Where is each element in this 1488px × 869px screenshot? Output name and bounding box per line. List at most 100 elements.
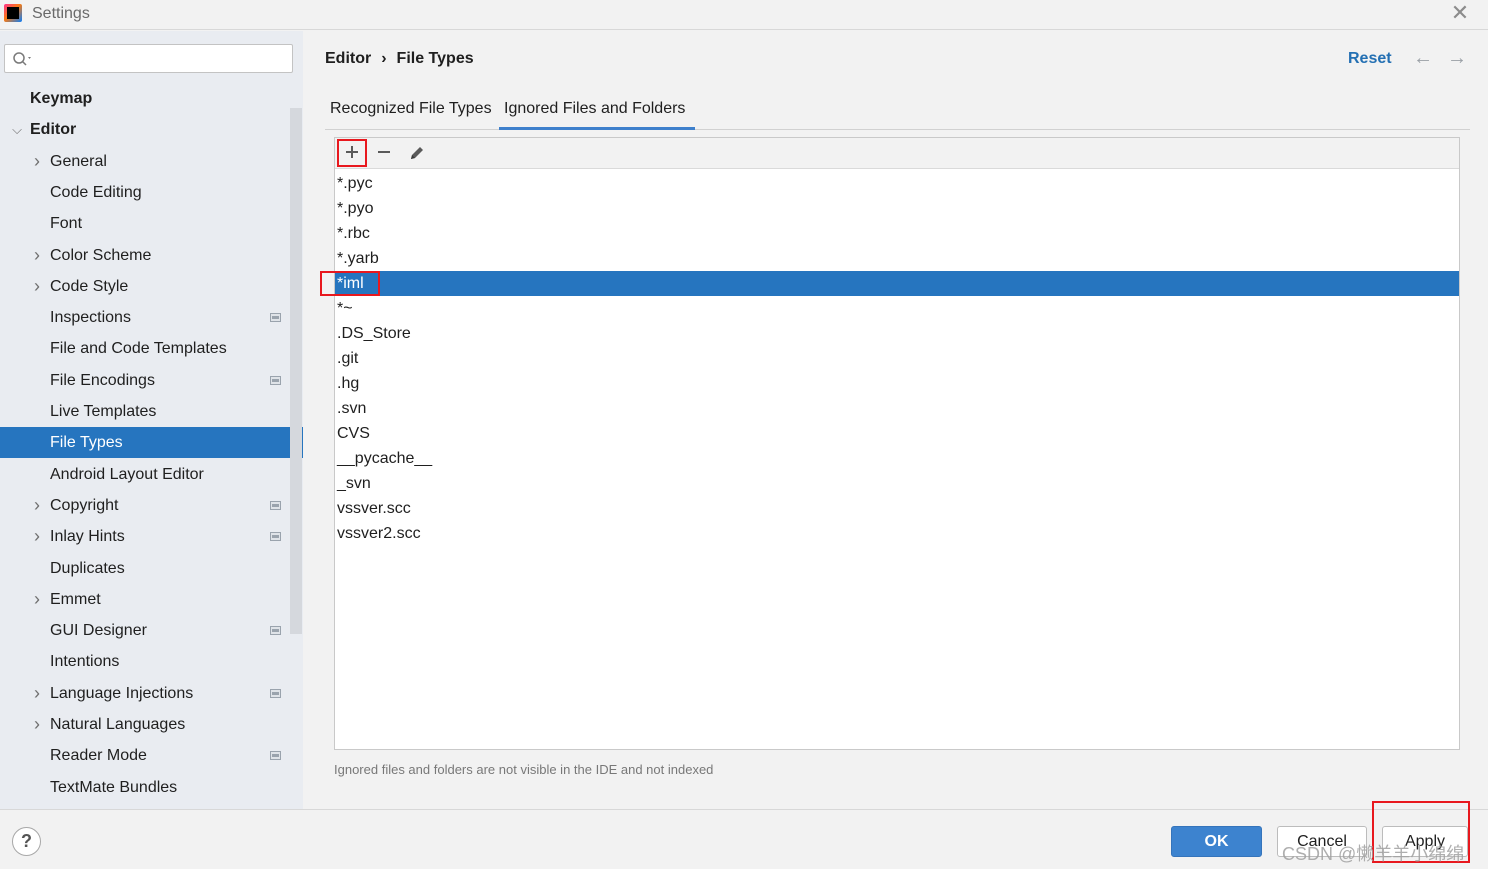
settings-main-panel: Editor › File Types Reset ← → Recognized F… — [303, 31, 1488, 809]
breadcrumb-separator: › — [381, 50, 387, 67]
project-scope-icon — [270, 500, 281, 510]
intellij-app-icon — [4, 4, 22, 22]
project-scope-icon — [270, 313, 281, 323]
arrow-right-icon[interactable]: → — [1446, 47, 1468, 69]
chevron-right-icon[interactable]: › — [30, 240, 44, 271]
list-item[interactable]: .git — [335, 346, 1459, 371]
sidebar-item-live-templates[interactable]: Live Templates — [0, 396, 303, 427]
sidebar-item-language-injections[interactable]: › Language Injections — [0, 678, 303, 709]
dialog-footer: ? OK Cancel Apply CSDN @懒羊羊小绵绵 — [0, 801, 1488, 869]
sidebar-item-file-and-code-templates[interactable]: File and Code Templates — [0, 333, 303, 364]
pattern-text: __pycache__ — [337, 450, 433, 467]
file-types-tabs: Recognized File Types Ignored Files and … — [325, 95, 1470, 130]
sidebar-item-emmet[interactable]: › Emmet — [0, 584, 303, 615]
sidebar-item-label: Code Style — [50, 277, 129, 295]
sidebar-item-general[interactable]: › General — [0, 146, 303, 177]
sidebar-item-file-types[interactable]: File Types — [0, 427, 303, 459]
list-toolbar — [335, 138, 1459, 169]
list-item[interactable]: *.rbc — [335, 221, 1459, 246]
ignored-files-list-panel: *.pyc *.pyo *.rbc *.yarb *iml *~ .DS_Store .git… — [320, 137, 1460, 750]
sidebar-item-label: Copyright — [50, 496, 119, 514]
project-scope-icon — [270, 375, 281, 385]
minus-icon — [378, 151, 390, 153]
tab-ignored-files-and-folders[interactable]: Ignored Files and Folders — [499, 95, 695, 130]
sidebar-item-gui-designer[interactable]: GUI Designer — [0, 615, 303, 646]
window-titlebar: Settings ✕ — [0, 0, 1488, 30]
ok-button[interactable]: OK — [1171, 826, 1262, 857]
sidebar-item-color-scheme[interactable]: › Color Scheme — [0, 240, 303, 271]
sidebar-item-label: GUI Designer — [50, 622, 147, 640]
list-item[interactable]: .hg — [335, 371, 1459, 396]
sidebar-item-duplicates[interactable]: Duplicates — [0, 553, 303, 584]
selected-row-annotation-box — [320, 271, 380, 296]
list-item[interactable]: *.yarb — [335, 246, 1459, 271]
plus-icon — [346, 146, 358, 158]
sidebar-item-code-style[interactable]: › Code Style — [0, 271, 303, 302]
project-scope-icon — [270, 626, 281, 636]
edit-pattern-button[interactable] — [403, 140, 431, 166]
chevron-right-icon[interactable]: › — [30, 709, 44, 740]
close-icon[interactable]: ✕ — [1449, 2, 1471, 24]
chevron-right-icon[interactable]: › — [30, 490, 44, 521]
tab-recognized-file-types[interactable]: Recognized File Types — [325, 95, 497, 130]
sidebar-item-copyright[interactable]: › Copyright — [0, 490, 303, 521]
list-item[interactable]: __pycache__ — [335, 446, 1459, 471]
list-item[interactable]: CVS — [335, 421, 1459, 446]
sidebar-item-label: Emmet — [50, 590, 101, 608]
pattern-text: CVS — [337, 425, 370, 442]
sidebar-item-android-layout-editor[interactable]: Android Layout Editor — [0, 459, 303, 490]
sidebar-item-label: Font — [50, 215, 83, 233]
settings-search-input[interactable] — [4, 44, 293, 73]
remove-pattern-button[interactable] — [370, 140, 398, 166]
project-scope-icon — [270, 751, 281, 761]
pattern-text: *.yarb — [337, 250, 379, 267]
pattern-text: .hg — [337, 375, 360, 392]
pattern-text: .svn — [337, 400, 367, 417]
reset-link[interactable]: Reset — [1348, 50, 1392, 68]
sidebar-item-inspections[interactable]: Inspections — [0, 302, 303, 333]
sidebar-item-label: Android Layout Editor — [50, 465, 204, 483]
breadcrumb-editor: Editor — [325, 50, 372, 67]
sidebar-item-reader-mode[interactable]: Reader Mode — [0, 740, 303, 771]
sidebar-item-code-editing[interactable]: Code Editing — [0, 177, 303, 208]
list-item[interactable]: vssver2.scc — [335, 521, 1459, 546]
chevron-right-icon[interactable]: › — [30, 678, 44, 709]
sidebar-item-editor[interactable]: ⌵ Editor — [0, 114, 303, 145]
chevron-right-icon[interactable]: › — [30, 146, 44, 177]
list-item[interactable]: *.pyo — [335, 196, 1459, 221]
sidebar-item-textmate-bundles[interactable]: TextMate Bundles — [0, 772, 303, 803]
pencil-icon — [411, 147, 423, 159]
sidebar-item-label: Duplicates — [50, 559, 125, 577]
arrow-left-icon[interactable]: ← — [1412, 47, 1434, 69]
ignored-files-hint: Ignored files and folders are not visibl… — [334, 762, 714, 777]
sidebar-item-label: Intentions — [50, 653, 120, 671]
sidebar-item-label: Keymap — [30, 90, 93, 107]
list-item[interactable]: *.pyc — [335, 171, 1459, 196]
pattern-text: .git — [337, 350, 359, 367]
help-button[interactable]: ? — [12, 827, 41, 856]
sidebar-item-label: File Encodings — [50, 371, 155, 389]
sidebar-item-intentions[interactable]: Intentions — [0, 646, 303, 677]
sidebar-item-keymap[interactable]: Keymap — [0, 83, 303, 114]
chevron-right-icon[interactable]: › — [30, 521, 44, 552]
sidebar-item-label: Language Injections — [50, 684, 194, 702]
pattern-text: _svn — [337, 475, 371, 492]
pattern-text: .DS_Store — [337, 325, 411, 342]
sidebar-item-font[interactable]: Font — [0, 208, 303, 239]
sidebar-scrollbar[interactable] — [290, 108, 302, 634]
sidebar-item-natural-languages[interactable]: › Natural Languages — [0, 709, 303, 740]
chevron-down-icon[interactable]: ⌵ — [10, 114, 24, 145]
sidebar-item-inlay-hints[interactable]: › Inlay Hints — [0, 521, 303, 552]
chevron-right-icon[interactable]: › — [30, 271, 44, 302]
list-item[interactable]: *~ — [335, 296, 1459, 321]
sidebar-item-label: Editor — [30, 121, 77, 139]
list-item[interactable]: .svn — [335, 396, 1459, 421]
list-item[interactable]: vssver.scc — [335, 496, 1459, 521]
list-item[interactable]: _svn — [335, 471, 1459, 496]
list-item[interactable]: *iml — [320, 271, 1459, 296]
chevron-right-icon[interactable]: › — [30, 584, 44, 615]
add-pattern-button[interactable] — [337, 139, 367, 167]
sidebar-item-file-encodings[interactable]: File Encodings — [0, 365, 303, 396]
list-item[interactable]: .DS_Store — [335, 321, 1459, 346]
sidebar-item-label: Color Scheme — [50, 246, 152, 264]
